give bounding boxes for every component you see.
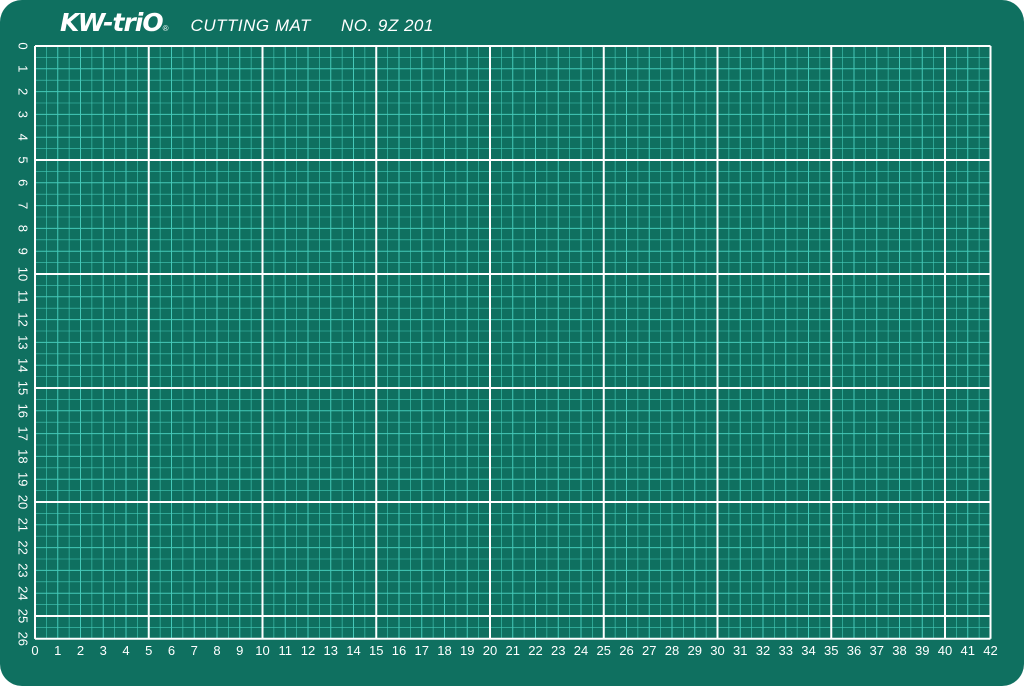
x-tick-label: 26	[619, 643, 633, 658]
x-tick-label: 28	[665, 643, 679, 658]
product-name: CUTTING MAT	[190, 16, 311, 35]
x-tick-label: 9	[236, 643, 243, 658]
y-tick-label: 22	[16, 540, 31, 554]
x-tick-label: 17	[415, 643, 429, 658]
x-tick-label: 37	[870, 643, 884, 658]
x-tick-label: 39	[915, 643, 929, 658]
x-tick-label: 36	[847, 643, 861, 658]
y-tick-label: 8	[16, 225, 31, 232]
y-tick-label: 11	[16, 290, 31, 304]
y-tick-label: 12	[16, 312, 31, 326]
y-tick-label: 4	[16, 134, 31, 141]
x-tick-label: 21	[506, 643, 520, 658]
x-tick-label: 14	[346, 643, 360, 658]
x-tick-label: 18	[437, 643, 451, 658]
x-tick-label: 38	[892, 643, 906, 658]
y-tick-label: 25	[16, 609, 31, 623]
y-tick-label: 15	[16, 381, 31, 395]
y-tick-label: 21	[16, 518, 31, 532]
y-tick-label: 16	[16, 404, 31, 418]
x-tick-label: 19	[460, 643, 474, 658]
y-tick-label: 26	[16, 632, 31, 646]
y-tick-label: 24	[16, 586, 31, 600]
product-number: NO. 9Z 201	[340, 16, 434, 35]
x-tick-label: 3	[100, 643, 107, 658]
x-tick-label: 27	[642, 643, 656, 658]
y-tick-label: 2	[16, 88, 31, 95]
x-tick-label: 23	[551, 643, 565, 658]
y-tick-label: 1	[16, 65, 31, 72]
x-tick-label: 15	[369, 643, 383, 658]
x-tick-label: 5	[145, 643, 152, 658]
x-tick-label: 7	[191, 643, 198, 658]
mat-header: KW-triO ® CUTTING MAT NO. 9Z 201	[60, 8, 434, 48]
cutting-mat: 0 1 2 3 4 5 6 7 8 9 10 11 12 13 14 15 16 17 18 19 20 21 22 23 24…	[0, 0, 1024, 686]
y-tick-label: 10	[16, 267, 31, 281]
measurement-grid: 0 1 2 3 4 5 6 7 8 9 10 11 12 13 14 15 16 17 18 19 20 21 22 23 24…	[16, 42, 998, 658]
x-tick-label: 32	[756, 643, 770, 658]
x-tick-label: 25	[597, 643, 611, 658]
y-tick-label: 0	[16, 42, 31, 49]
x-tick-label: 41	[961, 643, 975, 658]
y-tick-label: 14	[16, 358, 31, 372]
x-tick-label: 34	[801, 643, 815, 658]
x-tick-label: 6	[168, 643, 175, 658]
y-tick-label: 5	[16, 156, 31, 163]
x-tick-label: 11	[279, 643, 293, 658]
y-tick-label: 6	[16, 179, 31, 186]
x-tick-label: 10	[255, 643, 269, 658]
y-tick-label: 17	[16, 426, 31, 440]
y-tick-label: 9	[16, 248, 31, 255]
y-tick-label: 3	[16, 111, 31, 118]
x-tick-label: 29	[688, 643, 702, 658]
x-tick-label: 42	[983, 643, 997, 658]
y-tick-label: 19	[16, 472, 31, 486]
x-tick-label: 31	[733, 643, 747, 658]
x-tick-label: 30	[710, 643, 724, 658]
x-tick-label: 12	[301, 643, 315, 658]
x-tick-label: 40	[938, 643, 952, 658]
x-tick-label: 1	[54, 643, 61, 658]
x-tick-label: 33	[779, 643, 793, 658]
y-tick-label: 13	[16, 335, 31, 349]
x-tick-label: 35	[824, 643, 838, 658]
x-tick-label: 4	[122, 643, 129, 658]
brand-logo: KW-triO	[60, 8, 164, 37]
y-tick-label: 20	[16, 495, 31, 509]
registered-mark: ®	[162, 24, 169, 33]
x-tick-label: 8	[213, 643, 220, 658]
y-tick-label: 18	[16, 449, 31, 463]
x-tick-label: 24	[574, 643, 588, 658]
y-tick-label: 7	[16, 202, 31, 209]
x-tick-label: 16	[392, 643, 406, 658]
x-tick-label: 20	[483, 643, 497, 658]
x-tick-label: 22	[528, 643, 542, 658]
y-tick-label: 23	[16, 563, 31, 577]
x-tick-label: 13	[324, 643, 338, 658]
x-tick-label: 0	[31, 643, 38, 658]
x-tick-label: 2	[77, 643, 84, 658]
